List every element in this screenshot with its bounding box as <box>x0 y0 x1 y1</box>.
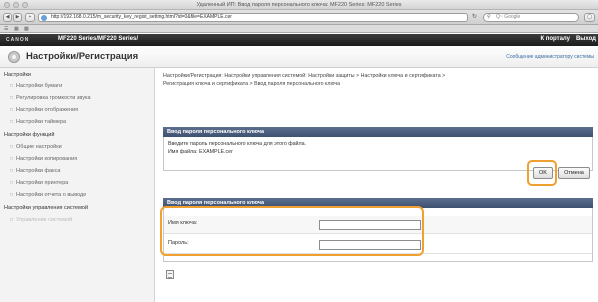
search-icon: ⚲ <box>487 14 491 20</box>
sidebar-item-fax[interactable]: Настройки факса <box>10 168 60 174</box>
sidebar-heading-system[interactable]: Настройки управления системой <box>4 205 88 211</box>
breadcrumb: Настройки/Регистрация: Настройки управле… <box>163 72 593 88</box>
device-name: MF220 Series/MF220 Series/ <box>58 36 139 42</box>
sidebar: Настройки Настройки бумаги Регулировка г… <box>0 68 155 302</box>
fields-highlight-ring <box>160 206 424 256</box>
brand-logo: CANON <box>6 37 30 43</box>
sidebar-item-printer[interactable]: Настройки принтера <box>10 180 68 186</box>
download-icon[interactable]: ◯ <box>584 13 595 22</box>
bookmarks-icon[interactable]: ☰ <box>4 26 8 32</box>
sidebar-item-common[interactable]: Общие настройки <box>10 144 62 150</box>
grid-icon[interactable]: ▦ <box>14 26 19 32</box>
admin-message-link[interactable]: Сообщение администратору системы <box>506 54 594 60</box>
file-name-text: Имя файла: EXAMPLE.cer <box>168 149 233 155</box>
device-header: CANON MF220 Series/MF220 Series/ К порта… <box>0 34 598 46</box>
sidebar-item-paper[interactable]: Настройки бумаги <box>10 83 62 89</box>
search-input[interactable]: ⚲ Q~ Google <box>483 13 579 22</box>
window-titlebar: Удаленный ИП: Ввод пароля персонального … <box>0 0 598 10</box>
url-bar[interactable]: http://192.168.0.215/m_security_key_regi… <box>38 13 468 22</box>
sidebar-item-display[interactable]: Настройки отображения <box>10 107 78 113</box>
box-header: Ввод пароля персонального ключа <box>163 127 593 137</box>
logout-link[interactable]: Выход <box>576 36 596 42</box>
settings-gear-icon <box>8 51 20 63</box>
breadcrumb-line[interactable]: Настройки/Регистрация: Настройки управле… <box>163 72 593 80</box>
sidebar-item-output-report[interactable]: Настройки отчета о выводе <box>10 192 86 198</box>
breadcrumb-line[interactable]: Регистрация ключа и сертификата > Ввод п… <box>163 80 593 88</box>
forward-arrow-icon[interactable]: ▶ <box>13 13 22 22</box>
back-arrow-icon[interactable]: ◀ <box>3 13 12 22</box>
bookmarks-bar: ☰ ▦ ▩ <box>0 25 598 33</box>
ok-button[interactable]: OK <box>533 167 553 179</box>
page-header: Настройки/Регистрация Сообщение админист… <box>0 46 598 68</box>
reload-icon[interactable]: ↻ <box>472 13 477 20</box>
search-placeholder: Q~ Google <box>496 14 521 20</box>
apps-icon[interactable]: ▩ <box>24 26 29 32</box>
document-icon[interactable] <box>166 270 174 279</box>
sidebar-heading-functions[interactable]: Настройки функций <box>4 132 54 138</box>
sidebar-item-copy[interactable]: Настройки копирования <box>10 156 77 162</box>
window-title: Удаленный ИП: Ввод пароля персонального … <box>196 2 402 8</box>
browser-toolbar: ◀ ▶ + http://192.168.0.215/m_security_ke… <box>0 10 598 25</box>
add-tab-icon[interactable]: + <box>25 13 35 22</box>
portal-link[interactable]: К порталу <box>540 36 570 42</box>
cancel-button[interactable]: Отмена <box>558 167 590 179</box>
sidebar-heading-settings[interactable]: Настройки <box>4 72 31 78</box>
page-title: Настройки/Регистрация <box>26 51 139 62</box>
site-icon <box>41 15 47 21</box>
instruction-text: Введите пароль персонального ключа для э… <box>168 141 307 147</box>
url-text: http://192.168.0.215/m_security_key_regi… <box>51 14 232 20</box>
sidebar-item-volume[interactable]: Регулировка громкости звука <box>10 95 91 101</box>
sidebar-item-timer[interactable]: Настройки таймера <box>10 119 66 125</box>
sidebar-item-system-management[interactable]: Управление системой <box>10 217 72 223</box>
